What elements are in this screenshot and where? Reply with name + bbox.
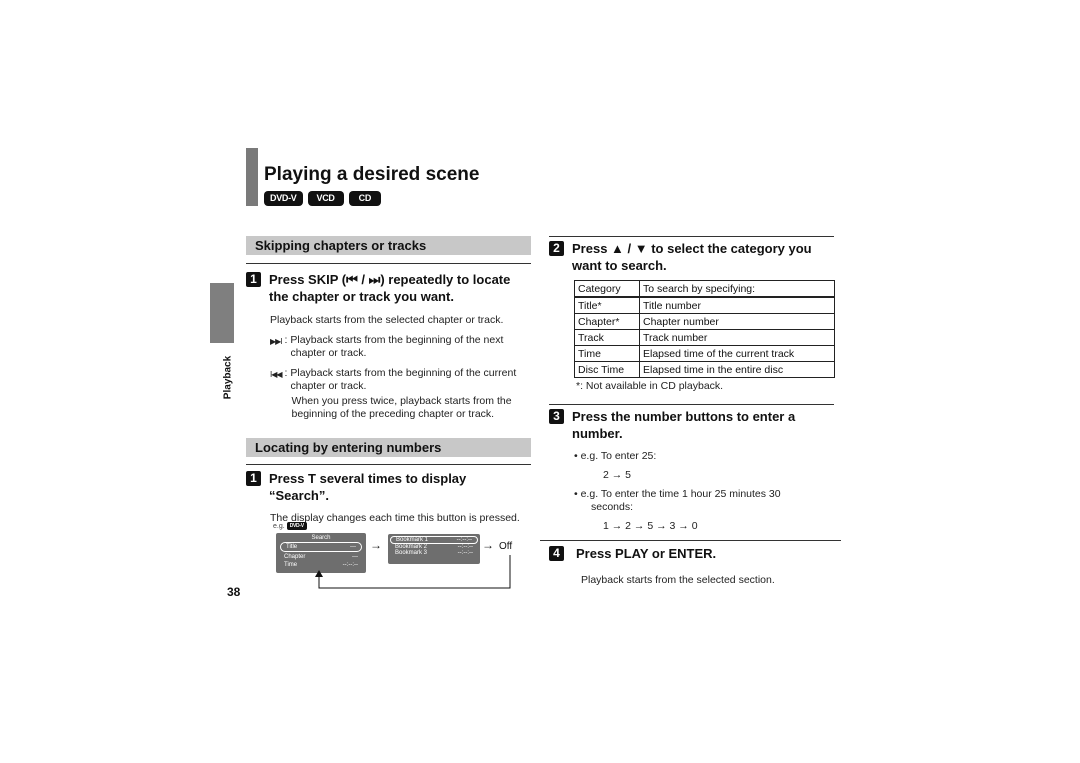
text-line: chapter or track. xyxy=(290,380,367,392)
prev-description: I◀◀ : Playback starts from the beginning… xyxy=(270,367,531,421)
step-number: 1 xyxy=(246,272,261,287)
step-heading: 3 Press the number buttons to enter a nu… xyxy=(549,408,834,442)
page-title: Playing a desired scene xyxy=(264,164,480,185)
example-text: e.g. To enter 25: xyxy=(580,450,657,462)
sequence-2: 1 → 2 → 5 → 3 → 0 xyxy=(603,520,698,532)
step-1: 1 Press T several times to display “Sear… xyxy=(246,470,531,504)
next-description: ▶▶I : Playback starts from the beginning… xyxy=(270,334,531,360)
return-loop-arrow xyxy=(315,555,511,589)
step-2: 2 Press ▲ / ▼ to select the category you… xyxy=(549,236,834,274)
osd-value: --:--:-- xyxy=(456,537,472,543)
skip-section: Skipping chapters or tracks 1 Press SKIP… xyxy=(246,236,531,421)
step-instruction: Press PLAY or ENTER. xyxy=(576,546,717,561)
text-line: When you press twice, playback starts fr… xyxy=(291,395,512,407)
table-cell: Disc Time xyxy=(574,361,640,378)
table-cell: Time xyxy=(574,345,640,362)
example-2-cont: seconds: xyxy=(591,501,634,513)
table-header-row: Category To search by specifying: xyxy=(574,280,835,298)
divider xyxy=(246,464,531,465)
locate-section: Locating by entering numbers 1 Press T s… xyxy=(246,438,531,525)
disc-badges: DVD-V VCD CD xyxy=(264,191,382,206)
table-cell: Elapsed time of the current track xyxy=(639,345,835,362)
step-line: “Search”. xyxy=(269,488,329,503)
example-text: e.g. To enter the time 1 hour 25 minutes… xyxy=(580,488,781,500)
section-heading: Locating by entering numbers xyxy=(246,438,531,457)
step-line: the chapter or track you want. xyxy=(269,289,454,304)
step-number: 2 xyxy=(549,241,564,256)
table-cell: Title* xyxy=(574,296,640,314)
osd-title: Search xyxy=(311,535,331,541)
badge-vcd: VCD xyxy=(307,191,344,206)
side-tab-marker xyxy=(210,283,234,343)
example-2: • e.g. To enter the time 1 hour 25 minut… xyxy=(574,488,781,500)
sequence-1: 2 → 5 xyxy=(603,469,632,481)
step-4: 4 Press PLAY or ENTER. Playback starts f… xyxy=(540,540,841,587)
osd-label: Title xyxy=(286,544,298,550)
step-instruction: Press SKIP (⏮ / ⏭) repeatedly to locate … xyxy=(269,271,510,305)
table-header: To search by specifying: xyxy=(639,280,835,298)
step-line: Press T several times to display xyxy=(269,471,467,486)
text-line: beginning of the preceding chapter or tr… xyxy=(291,408,495,420)
table-row: Time Elapsed time of the current track xyxy=(574,345,835,362)
step-instruction: Press T several times to display “Search… xyxy=(269,470,466,504)
table-row: Track Track number xyxy=(574,329,835,346)
badge-dvd-v: DVD-V xyxy=(264,191,303,206)
text-line: : Playback starts from the beginning of … xyxy=(284,367,517,379)
step-instruction: Press the number buttons to enter a numb… xyxy=(572,408,795,442)
text-line: : Playback starts from the beginning of … xyxy=(284,334,504,346)
body-text: Playback starts from the selected sectio… xyxy=(581,574,775,586)
example-1: • e.g. To enter 25: xyxy=(574,450,657,462)
step-line: number. xyxy=(572,426,623,441)
skip-prev-icon: I◀◀ xyxy=(270,370,282,379)
eg-text: e.g. xyxy=(273,522,285,530)
osd-label: Time xyxy=(284,562,298,568)
table-row: Disc Time Elapsed time in the entire dis… xyxy=(574,361,835,378)
table-footnote: *: Not available in CD playback. xyxy=(576,380,724,392)
step-line: Press SKIP (⏮ / ⏭) repeatedly to locate xyxy=(269,272,511,287)
divider xyxy=(549,236,834,237)
osd-label: Chapter xyxy=(284,554,306,560)
step-3: 3 Press the number buttons to enter a nu… xyxy=(549,404,834,533)
intro-text: Playback starts from the selected chapte… xyxy=(270,314,504,326)
side-tab-label: Playback xyxy=(222,355,234,400)
step-number: 1 xyxy=(246,471,261,486)
step-line: Press the number buttons to enter a xyxy=(572,409,796,424)
divider xyxy=(549,404,834,405)
example-label: e.g. DVD-V xyxy=(273,522,307,530)
skip-next-icon: ▶▶I xyxy=(270,337,282,346)
step-line: want to search. xyxy=(572,258,667,273)
badge-cd: CD xyxy=(348,191,382,206)
table-cell: Elapsed time in the entire disc xyxy=(639,361,835,378)
step-1: 1 Press SKIP (⏮ / ⏭) repeatedly to locat… xyxy=(246,271,531,305)
step-heading: 2 Press ▲ / ▼ to select the category you… xyxy=(549,240,834,274)
step-line: Press ▲ / ▼ to select the category you xyxy=(572,241,812,256)
table-header: Category xyxy=(574,280,640,298)
step-number: 3 xyxy=(549,409,564,424)
table-cell: Track number xyxy=(639,329,835,346)
divider xyxy=(246,263,531,264)
osd-row-bookmark-1: Bookmark 1 --:--:-- xyxy=(390,536,478,544)
step-heading: 4 Press PLAY or ENTER. xyxy=(549,545,841,562)
table-row: Chapter* Chapter number xyxy=(574,313,835,330)
body-text: The display changes each time this butto… xyxy=(270,512,520,524)
table-cell: Track xyxy=(574,329,640,346)
badge-dvd-v: DVD-V xyxy=(286,522,307,530)
category-table: Category To search by specifying: Title*… xyxy=(574,280,835,378)
step-number: 4 xyxy=(549,546,564,561)
section-heading: Skipping chapters or tracks xyxy=(246,236,531,255)
table-cell: Title number xyxy=(639,296,835,314)
table-row: Title* Title number xyxy=(574,296,835,314)
table-cell: Chapter number xyxy=(639,313,835,330)
table-cell: Chapter* xyxy=(574,313,640,330)
title-accent-bar xyxy=(246,148,258,206)
step-instruction: Press ▲ / ▼ to select the category you w… xyxy=(572,240,812,274)
divider xyxy=(540,540,841,541)
osd-label: Bookmark 1 xyxy=(396,537,429,543)
text-line: chapter or track. xyxy=(290,347,367,359)
page-number: 38 xyxy=(227,585,241,599)
